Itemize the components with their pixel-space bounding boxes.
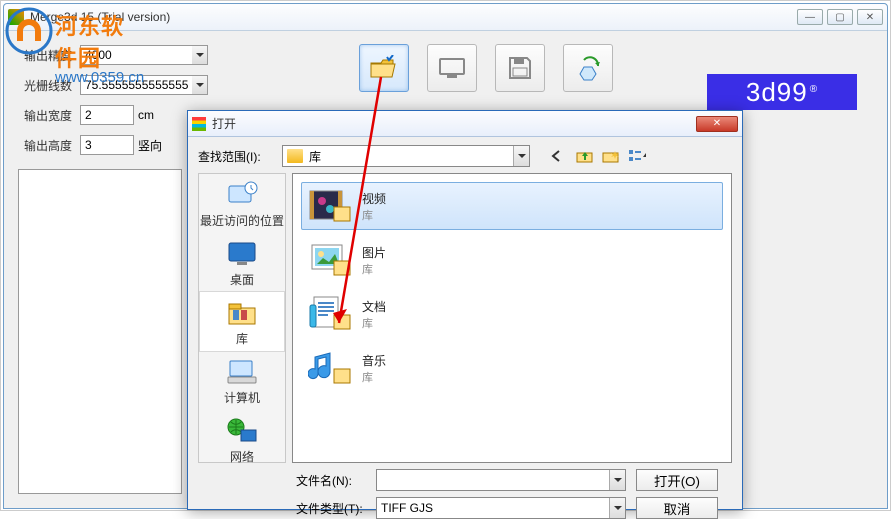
- place-label: 计算机: [199, 389, 285, 406]
- place-computer[interactable]: 计算机: [199, 351, 285, 410]
- floppy-icon: [507, 55, 533, 81]
- computer-icon: [225, 357, 259, 387]
- filetype-drop-button[interactable]: [609, 498, 625, 518]
- lookin-drop-button[interactable]: [513, 146, 529, 166]
- save-button[interactable]: [495, 44, 545, 92]
- place-label: 网络: [199, 448, 285, 465]
- folder-icon: [287, 149, 303, 163]
- list-item[interactable]: 视频 库: [301, 182, 723, 230]
- brand-text: 3d99: [746, 77, 808, 108]
- video-library-icon: [308, 187, 352, 225]
- open-file-button[interactable]: [359, 44, 409, 92]
- library-icon: [225, 298, 259, 328]
- window-title: Merge3d 15 (Trial version): [30, 10, 797, 24]
- app-icon: [8, 9, 24, 25]
- lines-label: 光栅线数: [14, 77, 72, 94]
- filetype-value: TIFF GJS: [381, 501, 609, 515]
- filename-drop-button[interactable]: [609, 470, 625, 490]
- orientation-label: 竖向: [138, 137, 162, 154]
- places-bar: 最近访问的位置 桌面 库 计算机 网络: [198, 173, 286, 463]
- filename-combo[interactable]: [376, 469, 626, 491]
- lookin-label: 查找范围(I):: [198, 148, 274, 165]
- open-dialog: 打开 ✕ 查找范围(I): 库 最近访问的位置: [187, 110, 743, 510]
- monitor-icon: [438, 56, 466, 80]
- lookin-value: 库: [309, 148, 513, 165]
- open-button[interactable]: 打开(O): [636, 469, 718, 491]
- back-icon[interactable]: [550, 147, 568, 165]
- network-icon: [225, 416, 259, 446]
- file-name: 视频: [362, 190, 386, 207]
- height-input[interactable]: [80, 135, 134, 155]
- file-name: 文档: [362, 298, 386, 315]
- height-label: 输出高度: [14, 137, 72, 154]
- filename-label: 文件名(N):: [296, 472, 366, 489]
- file-sub: 库: [362, 261, 386, 277]
- lookin-combo[interactable]: 库: [282, 145, 530, 167]
- dialog-icon: [192, 117, 206, 131]
- new-folder-icon[interactable]: [602, 147, 620, 165]
- up-folder-icon[interactable]: [576, 147, 594, 165]
- desktop-icon: [225, 239, 259, 269]
- brand-badge: 3d99®: [707, 74, 857, 110]
- recycle-icon: [574, 54, 602, 82]
- folder-open-icon: [369, 55, 399, 81]
- list-item[interactable]: 文档 库: [301, 290, 723, 338]
- filetype-label: 文件类型(T):: [296, 500, 366, 517]
- document-library-icon: [308, 295, 352, 333]
- title-bar: Merge3d 15 (Trial version) — ▢ ✕: [4, 4, 887, 31]
- refresh-button[interactable]: [563, 44, 613, 92]
- width-input[interactable]: [80, 105, 134, 125]
- place-libraries[interactable]: 库: [199, 291, 285, 352]
- lines-dropdown-button[interactable]: [192, 75, 208, 95]
- dialog-title-bar: 打开 ✕: [188, 111, 742, 137]
- precision-dropdown-button[interactable]: [192, 45, 208, 65]
- place-desktop[interactable]: 桌面: [199, 233, 285, 292]
- file-name: 音乐: [362, 352, 386, 369]
- cancel-button[interactable]: 取消: [636, 497, 718, 519]
- music-library-icon: [308, 349, 352, 387]
- place-label: 库: [200, 330, 284, 347]
- list-item[interactable]: 图片 库: [301, 236, 723, 284]
- monitor-button[interactable]: [427, 44, 477, 92]
- picture-library-icon: [308, 241, 352, 279]
- precision-input[interactable]: [80, 45, 192, 65]
- file-sub: 库: [362, 369, 386, 385]
- maximize-button[interactable]: ▢: [827, 9, 853, 25]
- width-label: 输出宽度: [14, 107, 72, 124]
- file-sub: 库: [362, 207, 386, 223]
- file-name: 图片: [362, 244, 386, 261]
- recent-icon: [225, 180, 259, 210]
- place-label: 桌面: [199, 271, 285, 288]
- brand-mark: ®: [810, 84, 818, 95]
- preview-canvas: [18, 169, 182, 494]
- place-network[interactable]: 网络: [199, 410, 285, 469]
- main-toolbar: [359, 44, 613, 92]
- close-button[interactable]: ✕: [857, 9, 883, 25]
- file-sub: 库: [362, 315, 386, 331]
- precision-label: 输出精度: [14, 47, 72, 64]
- dialog-title: 打开: [212, 115, 696, 132]
- filetype-combo[interactable]: TIFF GJS: [376, 497, 626, 519]
- file-list[interactable]: 视频 库 图片 库 文档 库: [292, 173, 732, 463]
- width-unit: cm: [138, 108, 154, 122]
- place-recent[interactable]: 最近访问的位置: [199, 174, 285, 233]
- place-label: 最近访问的位置: [199, 212, 285, 229]
- minimize-button[interactable]: —: [797, 9, 823, 25]
- view-menu-icon[interactable]: [628, 147, 646, 165]
- lines-input[interactable]: [80, 75, 192, 95]
- dialog-close-button[interactable]: ✕: [696, 116, 738, 132]
- list-item[interactable]: 音乐 库: [301, 344, 723, 392]
